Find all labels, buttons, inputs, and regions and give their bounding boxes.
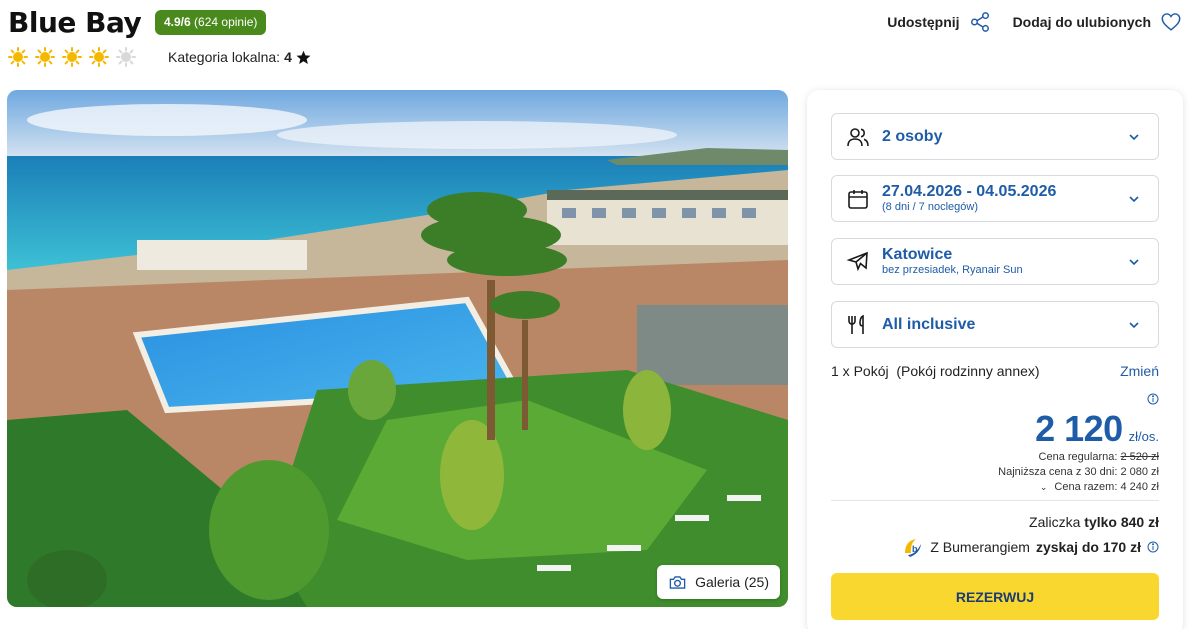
price-unit: zł/os. — [1128, 429, 1159, 444]
sun-rating — [8, 47, 136, 67]
board-value: All inclusive — [882, 315, 976, 333]
departure-details: bez przesiadek, Ryanair Sun — [882, 264, 1023, 276]
hotel-photo[interactable]: Galeria (25) — [7, 90, 788, 607]
gallery-button[interactable]: Galeria (25) — [657, 565, 780, 599]
room-count: 1 x Pokój — [831, 363, 889, 379]
lowest-price: Najniższa cena z 30 dni: 2 080 zł — [998, 465, 1159, 480]
departure-value: Katowice — [882, 246, 953, 263]
bumerang-info: b Z Bumerangiem zyskaj do 170 zł — [902, 536, 1159, 558]
cutlery-icon — [848, 314, 864, 334]
local-category: Kategoria lokalna: 4 — [168, 49, 311, 65]
room-selection: 1 x Pokój (Pokój rodzinny annex) Zmień — [831, 363, 1159, 379]
regular-price: Cena regularna: 2 520 zł — [998, 450, 1159, 465]
sun-icon — [89, 47, 109, 67]
total-price-value: 4 240 zł — [1120, 481, 1159, 493]
calendar-icon — [848, 189, 868, 209]
favorite-button[interactable]: Dodaj do ulubionych — [1013, 11, 1182, 33]
info-icon[interactable] — [1147, 541, 1159, 553]
board-select[interactable]: All inclusive — [831, 301, 1159, 348]
deposit-value: tylko 840 zł — [1084, 514, 1159, 530]
dates-value: 27.04.2026 - 04.05.2026 — [882, 183, 1057, 200]
share-label: Udostępnij — [887, 14, 960, 30]
people-icon — [847, 127, 869, 146]
bumerang-logo-icon: b — [905, 539, 922, 557]
chevron-down-icon — [1129, 321, 1139, 328]
bumerang-label: Z Bumerangiem — [930, 539, 1030, 555]
total-price[interactable]: ⌄ Cena razem: 4 240 zł — [998, 480, 1159, 495]
sun-icon — [35, 47, 55, 67]
favorite-label: Dodaj do ulubionych — [1012, 14, 1151, 30]
regular-price-label: Cena regularna: — [1038, 451, 1118, 463]
room-type: (Pokój rodzinny annex) — [896, 363, 1040, 379]
deposit-label: Zaliczka — [1029, 514, 1081, 530]
hotel-name: Blue Bay — [8, 6, 142, 39]
rating-value: 4.9/6 — [164, 15, 191, 29]
chevron-down-icon — [1129, 258, 1139, 265]
header-actions: Udostępnij Dodaj do ulubionych — [887, 11, 1182, 33]
price-value: 2 120 — [1035, 408, 1123, 449]
deposit-info: Zaliczka tylko 840 zł — [1029, 514, 1159, 530]
camera-icon — [669, 575, 686, 589]
heart-icon — [1161, 13, 1181, 31]
total-price-label: Cena razem: — [1054, 481, 1118, 493]
chevron-down-icon — [1129, 195, 1139, 202]
hotel-photo-image — [7, 90, 788, 607]
dates-duration: (8 dni / 7 noclegów) — [882, 201, 978, 213]
sun-icon — [62, 47, 82, 67]
lowest-price-label: Najniższa cena z 30 dni: — [998, 466, 1118, 478]
dates-select[interactable]: 27.04.2026 - 04.05.2026 (8 dni / 7 nocle… — [831, 175, 1159, 222]
sun-icon — [8, 47, 28, 67]
star-icon — [296, 50, 311, 64]
price-block: 2 120 zł/os. Cena regularna: 2 520 zł Na… — [998, 392, 1159, 495]
sun-empty-icon — [116, 47, 136, 67]
bumerang-value: zyskaj do 170 zł — [1035, 539, 1141, 555]
divider — [831, 500, 1159, 501]
reserve-button[interactable]: REZERWUJ — [831, 573, 1159, 620]
lowest-price-value: 2 080 zł — [1120, 466, 1159, 478]
booking-panel: 2 osoby 27.04.2026 - 04.05.2026 (8 dni /… — [807, 90, 1183, 629]
info-icon[interactable] — [1147, 393, 1159, 405]
svg-text:b: b — [912, 544, 918, 554]
departure-select[interactable]: Katowice bez przesiadek, Ryanair Sun — [831, 238, 1159, 285]
plane-icon — [846, 251, 868, 271]
chevron-down-icon: ⌄ — [1039, 482, 1048, 492]
review-count: (624 opinie) — [194, 15, 258, 29]
change-room-link[interactable]: Zmień — [1120, 363, 1159, 379]
rating-badge[interactable]: 4.9/6 (624 opinie) — [155, 10, 267, 35]
guests-select[interactable]: 2 osoby — [831, 113, 1159, 160]
hotel-page: Blue Bay 4.9/6 (624 opinie) Kategoria lo… — [0, 0, 1200, 629]
gallery-label: Galeria (25) — [695, 574, 769, 590]
share-button[interactable]: Udostępnij — [887, 11, 990, 33]
regular-price-value: 2 520 zł — [1120, 451, 1159, 463]
chevron-down-icon — [1129, 133, 1139, 140]
guests-value: 2 osoby — [882, 127, 943, 145]
category-value: 4 — [284, 49, 292, 65]
category-label: Kategoria lokalna: — [168, 49, 281, 65]
share-icon — [970, 12, 989, 32]
